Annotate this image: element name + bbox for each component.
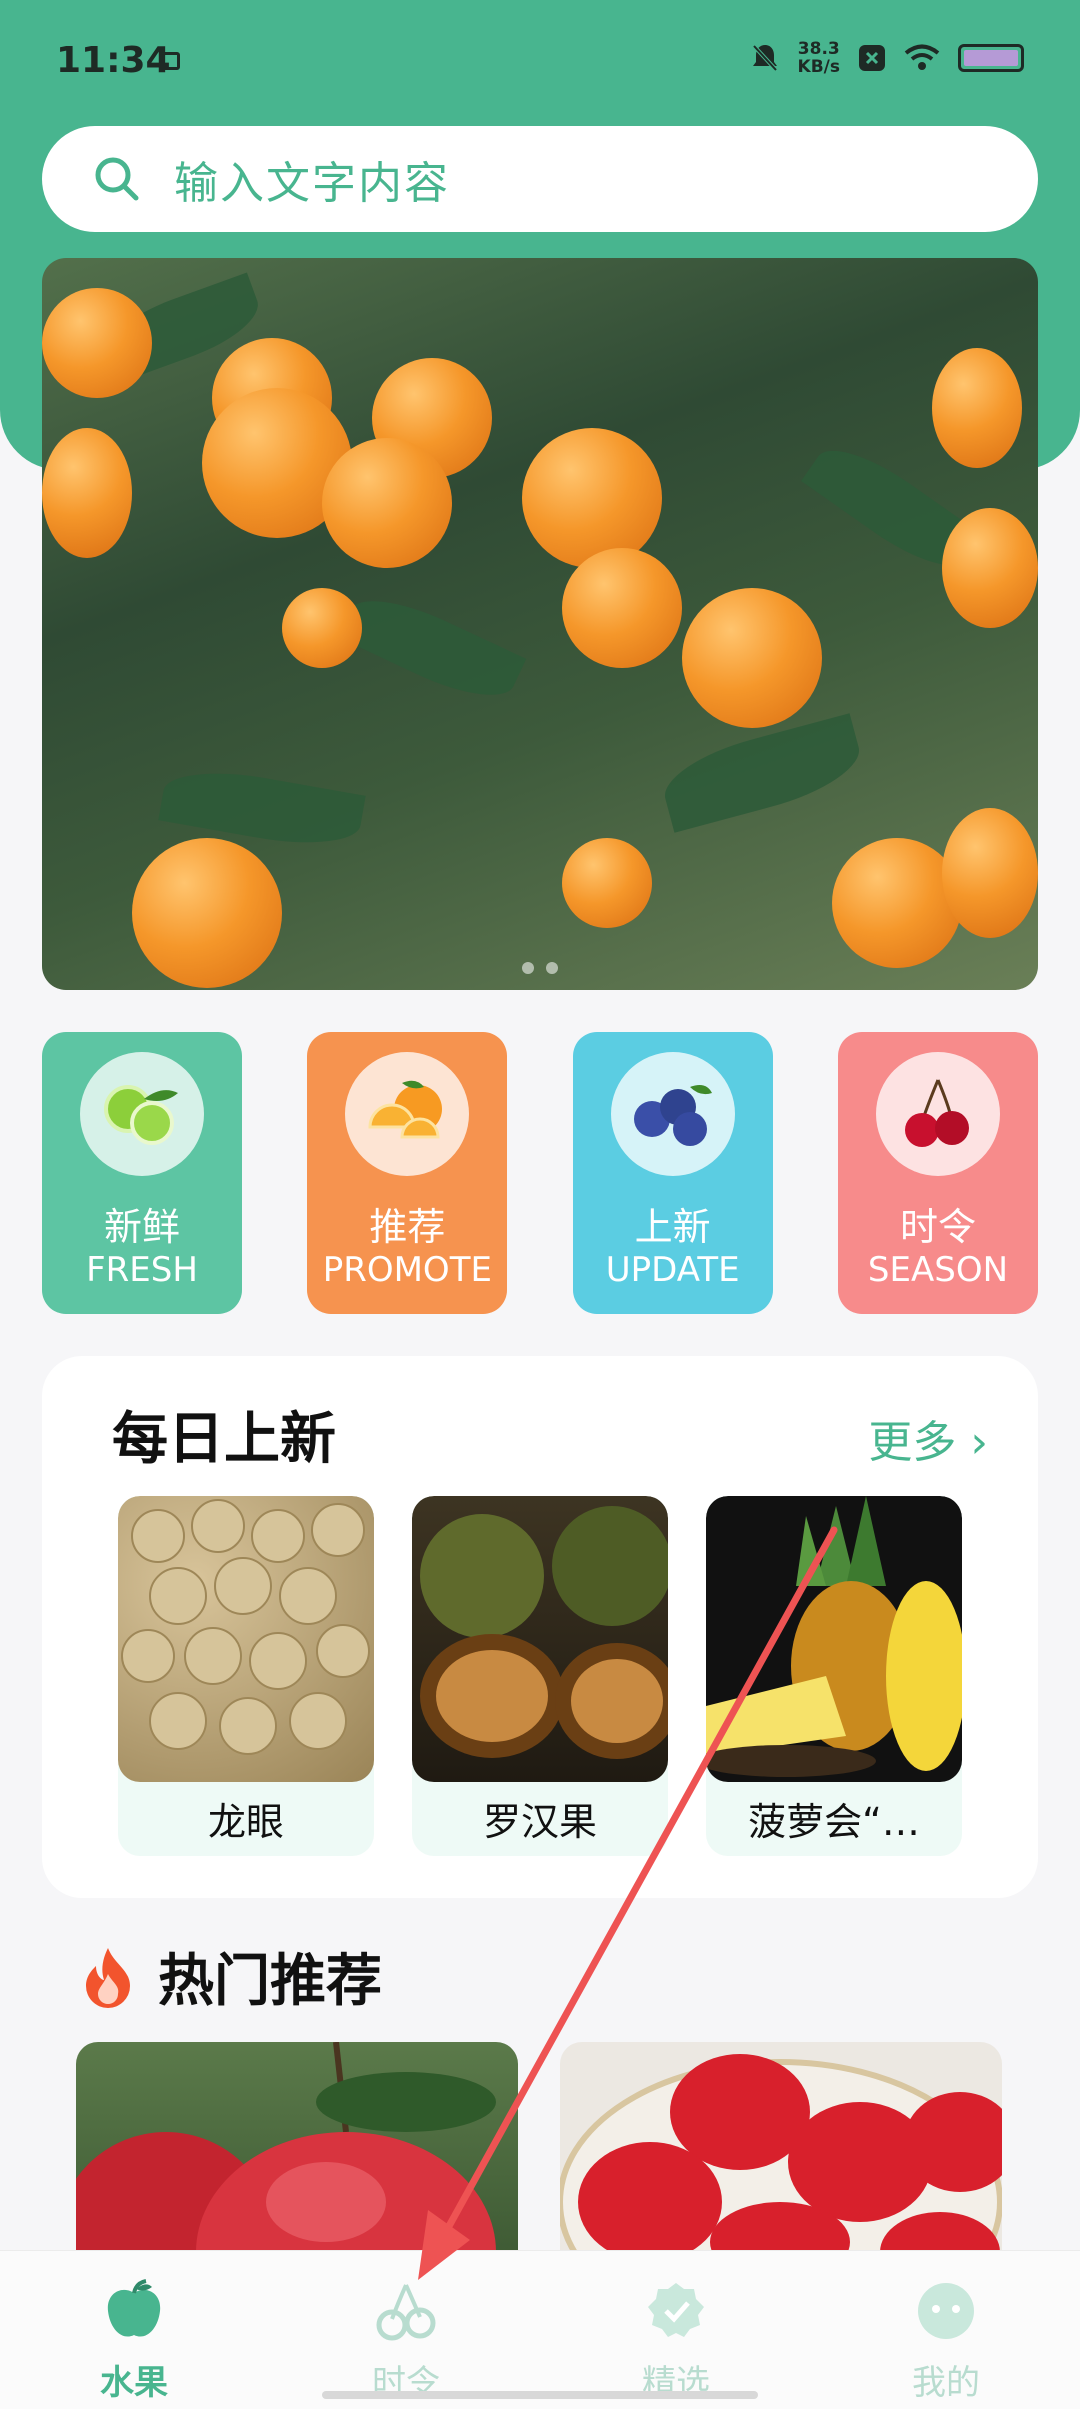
product-card[interactable]: 菠萝会“… [706, 1496, 962, 1856]
section-title: 每日上新 [112, 1407, 336, 1472]
speed-value: 38.3 [797, 39, 840, 59]
luohanguo-image [412, 1496, 668, 1782]
badge-check-icon [648, 2283, 704, 2337]
tab-selected[interactable]: 精选 [606, 2279, 746, 2404]
fire-icon [86, 1947, 130, 2008]
search-icon [95, 157, 139, 201]
hot-recommend-header: 热门推荐 [80, 1936, 382, 2017]
category-promote[interactable]: 推荐 PROMOTE [307, 1032, 508, 1314]
product-name: 龙眼 [207, 1800, 284, 1844]
apple-icon [107, 2279, 161, 2337]
speed-unit: KB/s [797, 57, 840, 77]
product-card[interactable]: 罗汉果 [412, 1496, 668, 1856]
category-label-cn: 推荐 [369, 1205, 446, 1249]
status-time: 11:34 [56, 40, 171, 81]
search-placeholder: 输入文字内容 [174, 158, 450, 209]
search-bar[interactable]: 输入文字内容 [42, 126, 1038, 232]
apple-image [76, 2042, 496, 2262]
face-icon [918, 2283, 974, 2339]
more-label: 更多 [868, 1417, 957, 1468]
tab-season[interactable]: 时令 [336, 2279, 476, 2404]
wifi-icon [904, 44, 940, 70]
pagination-dot [546, 962, 558, 974]
daily-new-section: 每日上新 更多 › 龙眼 罗汉果 菠萝会“… [42, 1356, 1038, 1898]
section-title: 热门推荐 [158, 1949, 382, 2014]
product-name: 罗汉果 [482, 1800, 597, 1844]
pineapple-image [706, 1496, 962, 1782]
recommend-card-strawberry[interactable] [560, 2042, 1002, 2262]
product-card[interactable]: 龙眼 [118, 1496, 374, 1856]
mute-icon [752, 44, 778, 72]
strawberry-image [560, 2054, 1002, 2262]
category-label-en: PROMOTE [322, 1250, 492, 1290]
category-label-en: FRESH [86, 1250, 198, 1290]
banner-carousel[interactable] [42, 258, 1038, 990]
home-indicator[interactable] [322, 2391, 758, 2399]
category-update[interactable]: 上新 UPDATE [572, 1032, 773, 1314]
product-name: 菠萝会“… [748, 1800, 920, 1844]
more-link[interactable]: 更多 › [868, 1406, 988, 1470]
pagination-dot [522, 962, 534, 974]
category-label-en: UPDATE [605, 1250, 740, 1290]
category-fresh[interactable]: 新鲜 FRESH [42, 1032, 242, 1314]
cherry-outline-icon [376, 2284, 436, 2341]
blueberry-icon [610, 1052, 735, 1176]
battery-icon [958, 44, 1024, 72]
network-speed: 38.3 KB/s [798, 40, 840, 76]
longan-image [118, 1496, 374, 1782]
recommend-card-apple[interactable] [76, 2042, 518, 2262]
category-label-cn: 上新 [634, 1205, 711, 1249]
category-label-cn: 时令 [899, 1205, 976, 1249]
category-label-cn: 新鲜 [103, 1205, 180, 1249]
category-season[interactable]: 时令 SEASON [837, 1032, 1038, 1314]
tab-mine[interactable]: 我的 [876, 2279, 1016, 2404]
bottom-tab-bar: 水果 时令 精选 我的 [0, 2250, 1080, 2409]
close-box-icon [859, 45, 885, 71]
tab-label: 我的 [912, 2363, 980, 2403]
category-grid: 新鲜 FRESH 推荐 PROMOTE 上新 UPDATE 时令 SEASON [42, 1032, 1038, 1314]
orange-icon [345, 1052, 470, 1176]
tab-label: 水果 [100, 2363, 168, 2403]
lime-icon [80, 1052, 204, 1176]
cherry-icon [875, 1052, 1000, 1176]
category-label-en: SEASON [867, 1250, 1009, 1290]
sim-icon [160, 52, 180, 70]
status-icons: 38.3 KB/s [750, 40, 1024, 76]
chevron-right-icon: › [956, 1417, 988, 1468]
banner-pagination [522, 962, 558, 974]
status-bar: 11:34 38.3 KB/s [0, 0, 1080, 120]
tab-fruit[interactable]: 水果 [64, 2279, 204, 2404]
